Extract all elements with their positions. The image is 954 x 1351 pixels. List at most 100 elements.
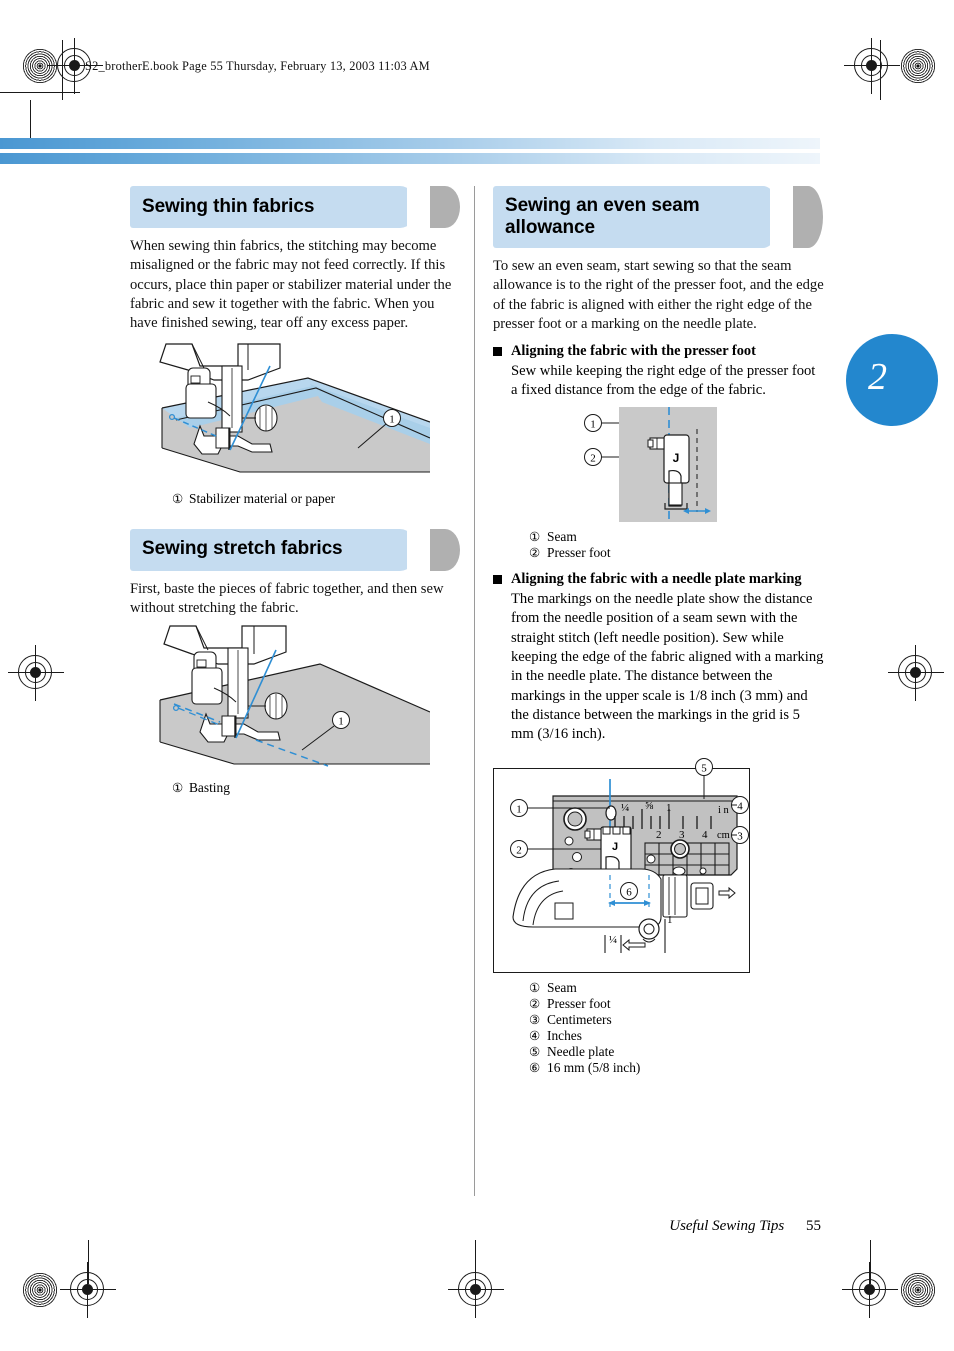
registration-dot (865, 59, 877, 71)
crop-mark-left-upper-horizontal (0, 92, 80, 93)
registration-dot (68, 59, 80, 71)
crop-mark-top-right-vertical (880, 40, 881, 100)
page-footer: Useful Sewing Tips 55 (669, 1218, 821, 1235)
thin-fabric-sewing-illustration: 1 (130, 340, 462, 485)
registration-dot (469, 1283, 481, 1295)
registration-ring (858, 1278, 880, 1300)
presser-foot-alignment-body: Sew while keeping the right edge of the … (511, 363, 816, 399)
caption-number: ① (172, 491, 184, 506)
lower-inch-label: ¼ (609, 934, 617, 946)
heading-text: Sewing an even seam allowance (505, 186, 700, 248)
subsection-title-text: Aligning the fabric with a needle plate … (511, 571, 802, 588)
legend-item: ⑥ 16 mm (5/8 inch) (529, 1060, 825, 1076)
subsection-title-text: Aligning the fabric with the presser foo… (511, 343, 756, 360)
subsection-title-needle-plate-marking: Aligning the fabric with a needle plate … (493, 570, 825, 589)
legend-item: ② Presser foot (529, 544, 825, 561)
right-column: Sewing an even seam allowance To sew an … (493, 186, 825, 1077)
legend-item: ③ Centimeters (529, 1011, 825, 1028)
left-column: Sewing thin fabrics When sewing thin fab… (130, 186, 462, 796)
crop-mark-bottom-left-vertical (88, 1240, 89, 1284)
cm-tick-two: 2 (656, 829, 662, 841)
legend-number: ④ (529, 1029, 541, 1043)
halftone-dot-top-left (22, 48, 58, 84)
heading-cap-gray (793, 186, 823, 248)
legend-text: Seam (547, 528, 577, 544)
top-gradient-bar-lower (0, 153, 820, 164)
crop-mark-bottom-right-vertical (870, 1240, 871, 1284)
registration-mark-top-right (844, 38, 900, 94)
legend-number: ① (529, 980, 541, 995)
presser-foot-letter: J (612, 841, 618, 853)
thin-fabrics-figure-caption: ① Stabilizer material or paper (172, 491, 462, 507)
crop-mark-bottom-center-vertical (475, 1240, 476, 1284)
legend-text: Presser foot (547, 544, 611, 560)
legend-text: Centimeters (547, 1011, 612, 1027)
presser-foot-diagram-legend: ① Seam ② Presser foot (529, 528, 825, 561)
legend-number: ⑤ (529, 1045, 541, 1060)
crop-mark-left-lower-vertical (30, 100, 31, 140)
callout-number-5: 5 (701, 762, 707, 774)
section-heading-sewing-stretch-fabrics: Sewing stretch fabrics (130, 528, 462, 571)
section-heading-sewing-even-seam-allowance: Sewing an even seam allowance (493, 186, 825, 248)
registration-mark-bottom-left (60, 1262, 116, 1318)
square-bullet-icon (493, 575, 502, 585)
registration-mark-bottom-right (842, 1262, 898, 1318)
square-bullet-icon (493, 347, 502, 357)
registration-ring (76, 1278, 98, 1300)
legend-number: ⑥ (529, 1061, 541, 1076)
heading-text: Sewing thin fabrics (142, 195, 315, 217)
halftone-dot-bottom-right (900, 1272, 936, 1308)
legend-text: Needle plate (547, 1044, 615, 1060)
heading-line-2: allowance (505, 217, 595, 238)
callout-number-1: 1 (338, 716, 344, 728)
caption-text: Stabilizer material or paper (189, 490, 336, 506)
callout-number-1: 1 (389, 413, 395, 425)
caption-number: ① (172, 781, 184, 796)
presser-foot-alignment-diagram: J 1 2 (584, 406, 825, 522)
callout-number-2: 2 (590, 452, 596, 464)
registration-ring (63, 54, 85, 76)
legend-item: ① Seam (529, 979, 825, 996)
legend-text: Inches (547, 1028, 582, 1043)
column-divider (474, 186, 475, 1196)
legend-text: Seam (547, 979, 577, 995)
callout-number-2: 2 (516, 844, 522, 856)
registration-dot (29, 666, 41, 678)
stretch-fabrics-figure-caption: ① Basting (172, 780, 462, 796)
legend-item: ④ Inches (529, 1028, 825, 1044)
callout-number-1: 1 (516, 803, 522, 815)
cm-tick-four: 4 (702, 829, 708, 841)
even-seam-intro-paragraph: To sew an even seam, start sewing so tha… (493, 258, 824, 332)
section-heading-sewing-thin-fabrics: Sewing thin fabrics (130, 186, 462, 228)
halftone-dot-bottom-left (22, 1272, 58, 1308)
legend-number: ① (529, 529, 541, 544)
running-header: S2_brotherE.book Page 55 Thursday, Febru… (85, 59, 430, 73)
inch-tick-five-eighths: ⅝ (645, 800, 654, 812)
registration-ring (904, 661, 926, 683)
subsection-title-presser-foot-alignment: Aligning the fabric with the presser foo… (493, 342, 825, 361)
unit-label-inches: i n (718, 805, 730, 816)
caption-text: Basting (189, 780, 230, 796)
lower-one-label: 1 (667, 914, 673, 926)
legend-number: ③ (529, 1012, 541, 1027)
heading-line-1: Sewing an even seam (505, 194, 700, 216)
registration-mark-left-middle (8, 645, 64, 701)
registration-ring (24, 661, 46, 683)
unit-label-centimeters: cm (717, 830, 730, 841)
legend-number: ② (529, 996, 541, 1011)
callout-number-6: 6 (626, 886, 632, 898)
presser-foot-letter: J (673, 451, 680, 465)
stretch-fabric-sewing-illustration: 1 (130, 624, 462, 774)
heading-text: Sewing stretch fabrics (142, 538, 343, 560)
thin-fabrics-paragraph: When sewing thin fabrics, the stitching … (130, 238, 452, 332)
stretch-fabrics-paragraph: First, baste the pieces of fabric togeth… (130, 580, 444, 616)
legend-number: ② (529, 545, 541, 560)
registration-dot (909, 666, 921, 678)
footer-title: Useful Sewing Tips (669, 1218, 785, 1234)
top-gradient-bar-upper (0, 138, 820, 149)
cm-tick-three: 3 (679, 829, 685, 841)
inch-tick-one: 1 (666, 802, 672, 814)
registration-ring (860, 54, 882, 76)
heading-cap-gray (430, 186, 460, 228)
registration-dot (863, 1283, 875, 1295)
